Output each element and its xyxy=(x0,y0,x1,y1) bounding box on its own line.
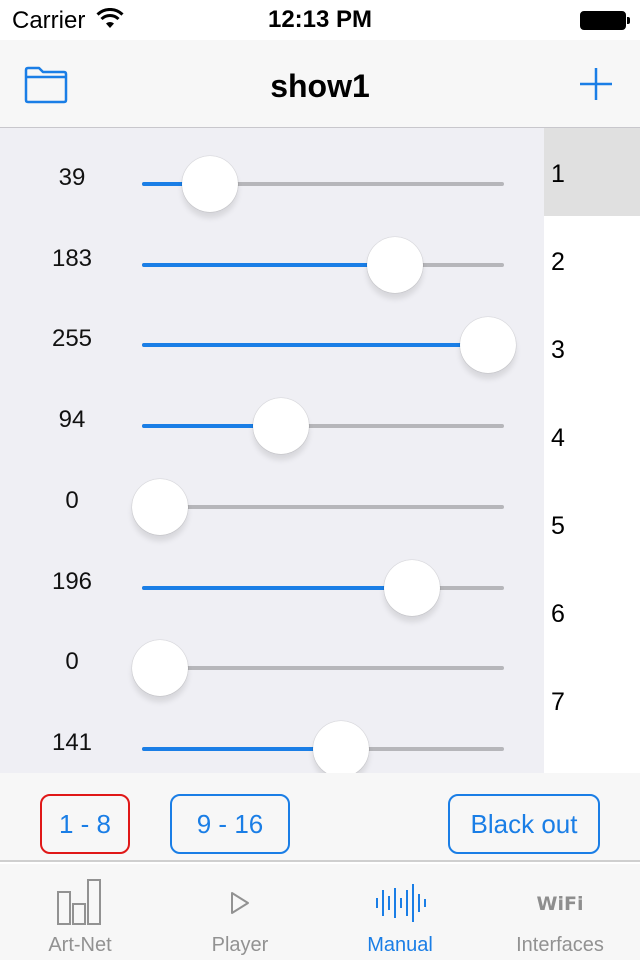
slider-value-label: 39 xyxy=(58,164,86,191)
channel-number: 1 xyxy=(551,160,565,188)
slider-row: 94 xyxy=(0,378,544,459)
slider-thumb[interactable] xyxy=(367,236,424,293)
tab-art-net[interactable]: Art-Net xyxy=(0,864,160,960)
tab-label: Interfaces xyxy=(516,934,604,956)
page-title: show1 xyxy=(270,68,370,104)
channel-list-item[interactable]: 3 xyxy=(544,304,640,392)
page-1-8-button[interactable]: 1 - 8 xyxy=(40,794,130,854)
slider-track-fill xyxy=(142,746,342,751)
page-9-16-button[interactable]: 9 - 16 xyxy=(170,794,290,854)
channel-number: 5 xyxy=(551,512,565,540)
slider-track-fill xyxy=(142,262,396,267)
slider-value-label: 0 xyxy=(65,486,79,514)
channel-number: 7 xyxy=(551,688,565,716)
slider-thumb[interactable] xyxy=(132,640,188,697)
channel-number: 4 xyxy=(551,424,565,452)
tab-label: Manual xyxy=(367,934,433,956)
channel-list-item[interactable]: 1 xyxy=(544,128,640,216)
slider-value-label: 183 xyxy=(51,244,93,272)
tab-label: Art-Net xyxy=(48,934,112,956)
slider-row: 255 xyxy=(0,297,544,378)
slider-row: 141 xyxy=(0,701,544,773)
battery-full-icon xyxy=(580,11,630,30)
slider-value-label: 141 xyxy=(51,728,93,756)
slider-track-fill xyxy=(142,585,413,590)
slider-thumb[interactable] xyxy=(132,478,188,535)
channel-sliders-panel: 39 183 255 94 0 196 0 141 xyxy=(0,128,544,773)
bar-chart-icon xyxy=(57,879,101,925)
status-bar: Carrier 12:13 PM xyxy=(0,0,640,40)
channel-slider[interactable] xyxy=(142,398,504,455)
clock: 12:13 PM xyxy=(267,6,373,33)
play-icon xyxy=(231,892,249,914)
channel-slider[interactable] xyxy=(142,317,516,374)
channel-slider[interactable] xyxy=(142,720,504,773)
channel-number: 3 xyxy=(551,336,565,364)
channel-list-item[interactable]: 5 xyxy=(544,480,640,568)
tab-label: Player xyxy=(211,934,269,956)
slider-row: 0 xyxy=(0,620,544,701)
button-bar: 1 - 8 9 - 16 Black out xyxy=(0,773,640,862)
tab-manual[interactable]: Manual xyxy=(320,864,480,960)
slider-row: 0 xyxy=(0,459,544,540)
slider-thumb[interactable] xyxy=(384,559,441,616)
plus-icon[interactable] xyxy=(578,66,614,102)
channel-list[interactable]: 1 2 3 4 5 6 7 xyxy=(544,128,640,773)
channel-list-item[interactable]: 7 xyxy=(544,656,640,744)
wifi-text-icon: WiFi xyxy=(537,893,584,915)
slider-row: 196 xyxy=(0,540,544,621)
slider-thumb[interactable] xyxy=(182,156,239,212)
channel-number: 6 xyxy=(551,600,565,628)
waveform-icon xyxy=(376,884,426,922)
tab-interfaces[interactable]: WiFi Interfaces xyxy=(480,864,640,960)
slider-value-label: 196 xyxy=(51,567,93,595)
slider-track[interactable] xyxy=(142,666,504,671)
tab-bar: Art-Net Player Manual WiFi Interfaces xyxy=(0,864,640,960)
svg-text:WiFi: WiFi xyxy=(537,893,584,915)
slider-track-fill xyxy=(142,343,488,348)
slider-value-label: 255 xyxy=(51,325,93,353)
channel-number: 2 xyxy=(551,248,565,276)
slider-value-label: 94 xyxy=(58,406,86,434)
channel-list-item[interactable]: 2 xyxy=(544,216,640,304)
black-out-button[interactable]: Black out xyxy=(448,794,600,854)
channel-list-item[interactable]: 4 xyxy=(544,392,640,480)
slider-row: 183 xyxy=(0,217,544,298)
slider-thumb[interactable] xyxy=(252,398,309,455)
channel-slider[interactable] xyxy=(132,478,504,535)
channel-slider[interactable] xyxy=(142,559,504,616)
channel-slider[interactable] xyxy=(142,156,504,212)
channel-list-item[interactable]: 6 xyxy=(544,568,640,656)
slider-thumb[interactable] xyxy=(313,720,370,773)
tab-player[interactable]: Player xyxy=(160,864,320,960)
slider-track[interactable] xyxy=(142,504,504,509)
slider-thumb[interactable] xyxy=(460,317,516,374)
slider-row: 39 xyxy=(0,136,544,217)
nav-bar: show1 xyxy=(0,40,640,128)
slider-value-label: 0 xyxy=(65,648,79,676)
channel-slider[interactable] xyxy=(132,640,504,697)
channel-slider[interactable] xyxy=(142,236,504,293)
